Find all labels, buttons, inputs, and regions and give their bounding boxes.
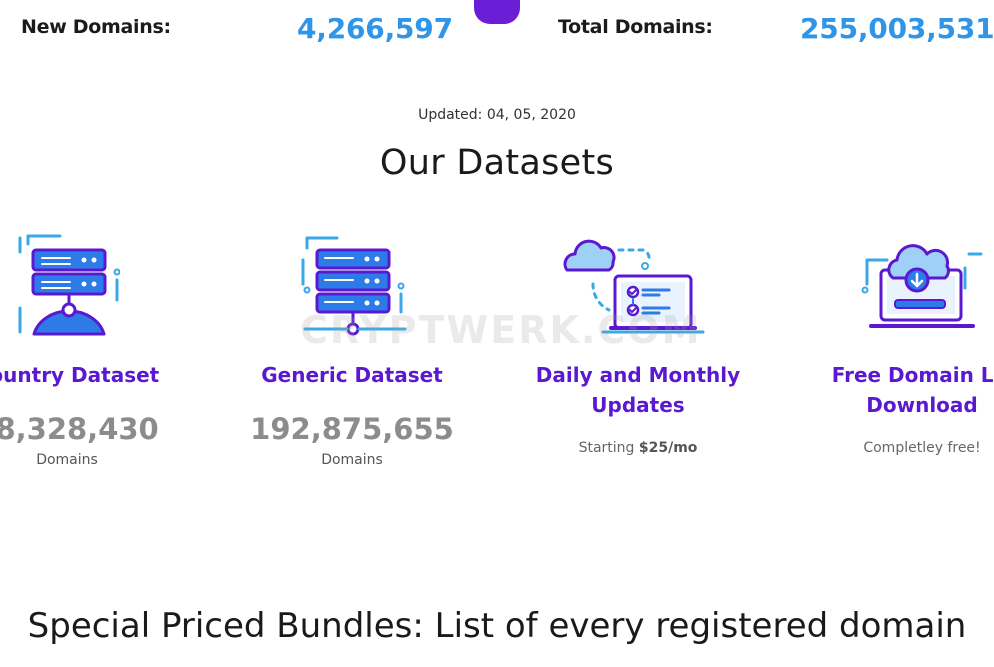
server-globe-icon	[0, 228, 212, 340]
dataset-count-generic: 192,875,655	[250, 412, 454, 446]
dataset-title-updates-line2: Updates	[591, 393, 685, 417]
dataset-title-updates[interactable]: Daily and Monthly Updates	[493, 360, 783, 420]
new-domains-value: 4,266,597	[297, 12, 453, 45]
dataset-title-updates-line1: Daily and Monthly	[535, 363, 741, 387]
total-domains-value: 255,003,531	[800, 12, 994, 45]
dataset-title-country[interactable]: Country Dataset	[0, 360, 212, 390]
laptop-cloud-download-icon	[777, 228, 994, 340]
updated-date: Updated: 04, 05, 2020	[418, 107, 576, 123]
dataset-title-generic[interactable]: Generic Dataset	[207, 360, 497, 390]
top-badge	[474, 0, 520, 24]
price-amount: $25/mo	[638, 440, 698, 456]
price-prefix: Starting	[578, 440, 635, 456]
datasets-heading: Our Datasets	[379, 143, 615, 183]
page: New Domains: 4,266,597 Total Domains: 25…	[0, 0, 994, 667]
watermark: CRYPTWERK.COM	[300, 308, 702, 352]
dataset-card-country[interactable]: Country Dataset 58,328,430 Domains	[0, 228, 212, 468]
dataset-card-free-download[interactable]: Free Domain Lis Download Completley free…	[777, 228, 994, 456]
new-domains-label: New Domains:	[21, 16, 171, 38]
dataset-title-free-download[interactable]: Free Domain Lis Download	[777, 360, 994, 420]
dataset-title-free-line2: Download	[866, 393, 978, 417]
dataset-unit-country: Domains	[36, 452, 98, 468]
dataset-price-updates: Starting $25/mo	[493, 440, 783, 456]
dataset-note-free: Completley free!	[863, 440, 981, 456]
dataset-title-free-line1: Free Domain Lis	[831, 363, 994, 387]
dataset-unit-generic: Domains	[321, 452, 383, 468]
dataset-count-country: 58,328,430	[0, 412, 159, 446]
total-domains-label: Total Domains:	[558, 16, 713, 38]
bundles-heading: Special Priced Bundles: List of every re…	[27, 606, 967, 646]
